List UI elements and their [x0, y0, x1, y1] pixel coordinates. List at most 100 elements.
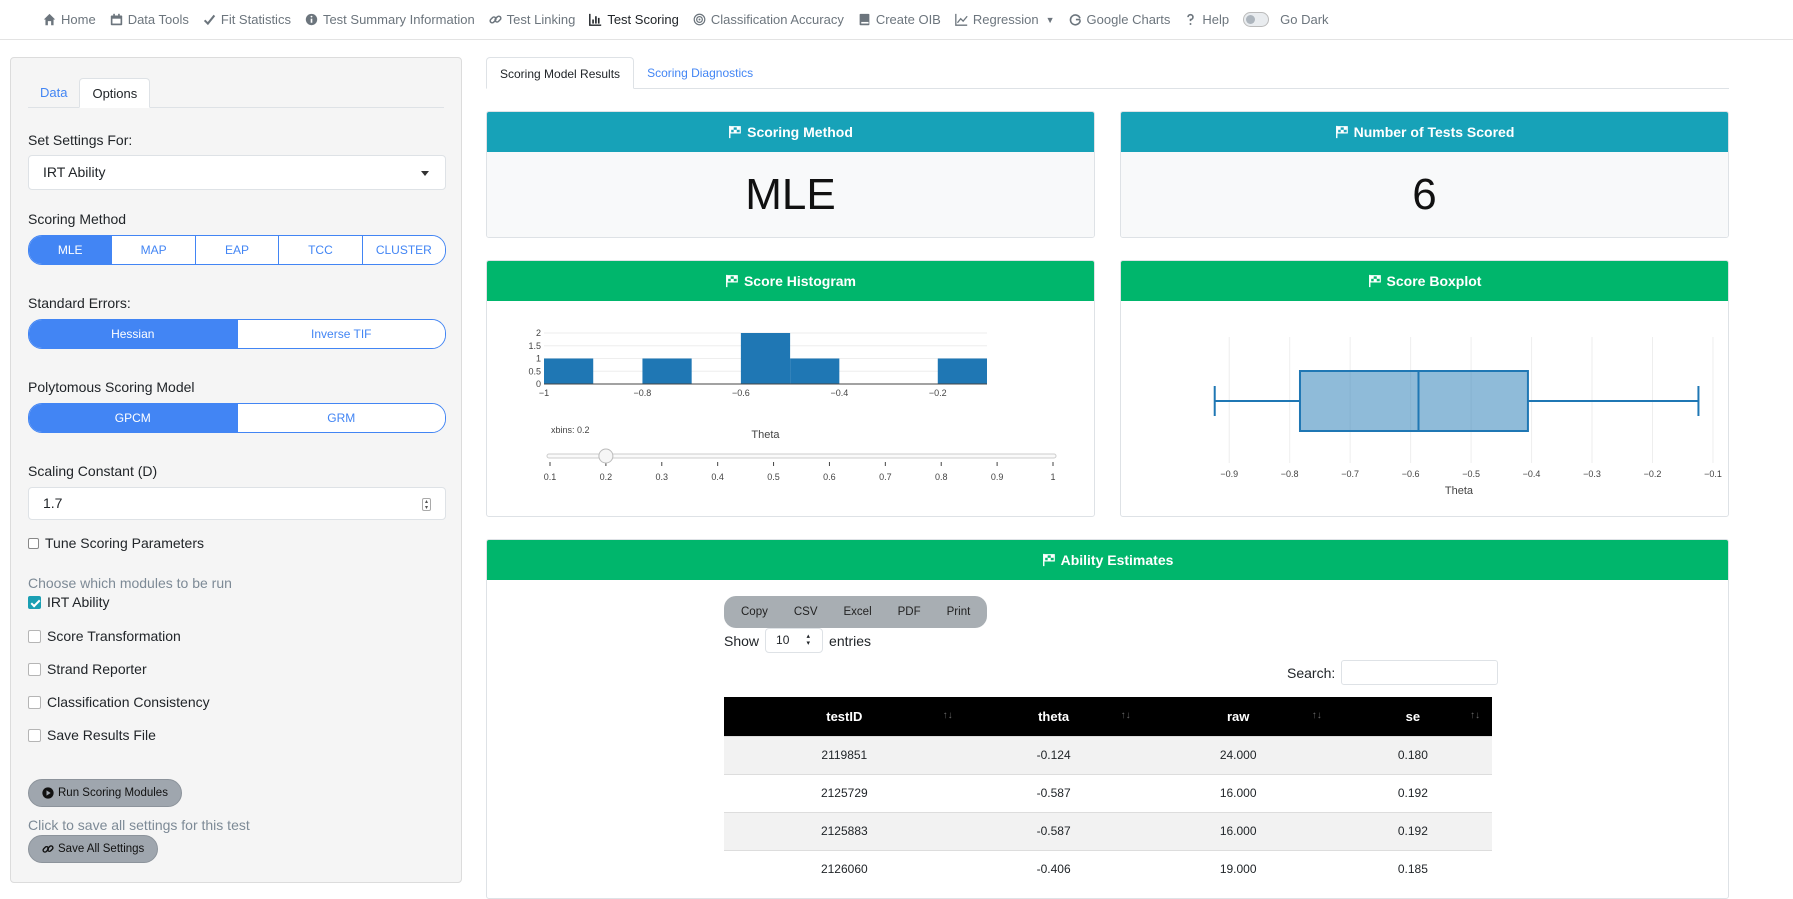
print-button[interactable]: Print: [934, 606, 984, 618]
scoring-method-value: MLE: [745, 169, 836, 219]
search-control: Search:: [1287, 660, 1499, 685]
y-tick-label: 1.5: [528, 341, 541, 351]
run-scoring-label: Run Scoring Modules: [58, 787, 168, 799]
length-control: Show 10 entries: [724, 628, 871, 653]
module-label: Score Transformation: [47, 628, 181, 644]
stepper-icon[interactable]: ▴ ▾: [422, 498, 431, 511]
table-cell: 0.180: [1333, 735, 1492, 774]
home-icon: [43, 13, 56, 26]
nav-classification-accuracy[interactable]: Classification Accuracy: [693, 12, 844, 27]
main-tabs: Scoring Model Results Scoring Diagnostic…: [486, 57, 1729, 89]
nav-test-summary[interactable]: Test Summary Information: [305, 12, 475, 27]
nav-create-oib[interactable]: Create OIB: [858, 12, 941, 27]
nav-test-linking[interactable]: Test Linking: [489, 12, 575, 27]
entries-select[interactable]: 10: [765, 628, 824, 653]
scoring-method-cluster[interactable]: CLUSTER: [361, 236, 445, 264]
tune-params-checkbox[interactable]: Tune Scoring Parameters: [28, 535, 204, 551]
checkbox-icon[interactable]: [28, 537, 39, 549]
chevron-down-icon: ▼: [1045, 14, 1055, 25]
scoring-method-mle[interactable]: MLE: [29, 236, 112, 264]
column-header-se[interactable]: se ↑↓: [1333, 697, 1492, 736]
x-tick-label: −0.8: [1281, 469, 1299, 479]
ability-estimates-title: Ability Estimates: [1060, 552, 1174, 568]
table-cell: 2126060: [724, 849, 965, 888]
column-header-theta[interactable]: theta ↑↓: [964, 697, 1143, 736]
x-tick-label: −0.7: [1341, 469, 1359, 479]
nav-regression-label: Regression: [972, 12, 1039, 27]
column-header-raw[interactable]: raw ↑↓: [1142, 697, 1334, 736]
histogram-title: Score Histogram: [743, 273, 857, 289]
settings-for-select[interactable]: IRT Ability: [28, 155, 446, 190]
scoring-method-eap[interactable]: EAP: [194, 236, 279, 264]
save-settings-button[interactable]: Save All Settings: [28, 835, 159, 863]
y-tick-label: 2: [536, 328, 541, 338]
nav-classification-accuracy-label: Classification Accuracy: [710, 12, 844, 27]
ability-estimates-header: Ability Estimates: [487, 540, 1728, 580]
tab-data[interactable]: Data: [28, 78, 79, 108]
histogram-chart[interactable]: 00.511.52−1 −0.8 −0.6 −0.4 −0.2Thetaxbins: 0…: [487, 301, 1094, 516]
slider-handle[interactable]: [598, 448, 614, 464]
table-row[interactable]: 2125883 -0.587 16.000 0.192: [724, 811, 1492, 850]
nav-data-tools[interactable]: Data Tools: [110, 12, 189, 27]
table-row[interactable]: 2125729 -0.587 16.000 0.192: [724, 773, 1492, 812]
checkbox-icon[interactable]: [28, 662, 41, 676]
table-row[interactable]: 2126060 -0.406 19.000 0.185: [724, 849, 1492, 888]
scoring-method-map[interactable]: MAP: [111, 236, 195, 264]
tab-scoring-model-results[interactable]: Scoring Model Results: [486, 57, 635, 89]
module-classification-consistency[interactable]: Classification Consistency: [28, 694, 210, 710]
module-label: Classification Consistency: [47, 694, 210, 710]
scoring-method-tcc[interactable]: TCC: [278, 236, 362, 264]
slider-tick-label: 0.5: [767, 472, 780, 482]
box-iqr: [1298, 370, 1529, 432]
poly-model-grm[interactable]: GRM: [236, 404, 445, 432]
std-errors-inverse-tif[interactable]: Inverse TIF: [236, 320, 445, 348]
slider-tick-label: 0.6: [823, 472, 836, 482]
tab-scoring-diagnostics[interactable]: Scoring Diagnostics: [634, 57, 766, 89]
slider-tick-label: 0.9: [991, 472, 1004, 482]
column-header-testid[interactable]: testID ↑↓: [724, 697, 965, 736]
toggle-icon[interactable]: [1243, 12, 1270, 27]
nav-fit-statistics[interactable]: Fit Statistics: [203, 12, 291, 27]
sort-icon: ↑↓: [1311, 710, 1322, 721]
x-tick-label: −0.6: [1402, 469, 1420, 479]
nav-google-charts[interactable]: Google Charts: [1069, 12, 1170, 27]
nav-home[interactable]: Home: [43, 12, 96, 27]
histogram-header: Score Histogram: [487, 261, 1094, 301]
std-errors-label: Standard Errors:: [28, 295, 131, 311]
module-save-results[interactable]: Save Results File: [28, 727, 156, 743]
excel-button[interactable]: Excel: [831, 606, 885, 618]
poly-model-gpcm[interactable]: GPCM: [29, 404, 237, 432]
scaling-constant-input[interactable]: 1.7 ▴ ▾: [28, 487, 446, 520]
checkbox-checked-icon[interactable]: [28, 595, 41, 609]
x-tick-label: −0.8: [634, 388, 652, 398]
x-tick-label: −0.2: [929, 388, 947, 398]
histogram-bar: [740, 333, 791, 384]
table-cell: 2119851: [724, 735, 965, 774]
tab-options[interactable]: Options: [79, 78, 151, 108]
run-scoring-button[interactable]: Run Scoring Modules: [28, 779, 182, 807]
nav-regression[interactable]: Regression ▼: [955, 12, 1055, 27]
table-cell: 16.000: [1142, 773, 1334, 812]
nav-go-dark[interactable]: Go Dark: [1243, 12, 1329, 27]
module-score-transformation[interactable]: Score Transformation: [28, 628, 181, 644]
copy-button[interactable]: Copy: [728, 606, 781, 618]
std-errors-hessian[interactable]: Hessian: [29, 320, 237, 348]
checkbox-icon[interactable]: [28, 728, 41, 742]
module-strand-reporter[interactable]: Strand Reporter: [28, 661, 147, 677]
nav-help[interactable]: Help: [1184, 12, 1229, 27]
checkbox-icon[interactable]: [28, 629, 41, 643]
flag-checkered-icon: [729, 125, 741, 139]
export-buttons: Copy CSV Excel PDF Print: [724, 596, 987, 628]
csv-button[interactable]: CSV: [781, 606, 831, 618]
x-tick-label: −0.4: [830, 388, 848, 398]
ability-estimates-table: testID ↑↓ theta ↑↓ raw ↑↓ se ↑↓ 2119851 -0.1…: [724, 697, 1492, 888]
table-row[interactable]: 2119851 -0.124 24.000 0.180: [724, 735, 1492, 774]
nav-test-scoring[interactable]: Test Scoring: [589, 12, 679, 27]
module-irt-ability[interactable]: IRT Ability: [28, 594, 110, 610]
sidebar-tabs: Data Options: [28, 78, 444, 108]
checkbox-icon[interactable]: [28, 695, 41, 709]
pdf-button[interactable]: PDF: [885, 606, 934, 618]
slider-tick-label: 1: [1050, 472, 1055, 482]
boxplot-chart[interactable]: −0.9 −0.8 −0.7 −0.6 −0.5 −0.4 −0.3 −0.2 −0.1 Thet…: [1121, 301, 1728, 516]
search-input[interactable]: [1341, 660, 1499, 685]
